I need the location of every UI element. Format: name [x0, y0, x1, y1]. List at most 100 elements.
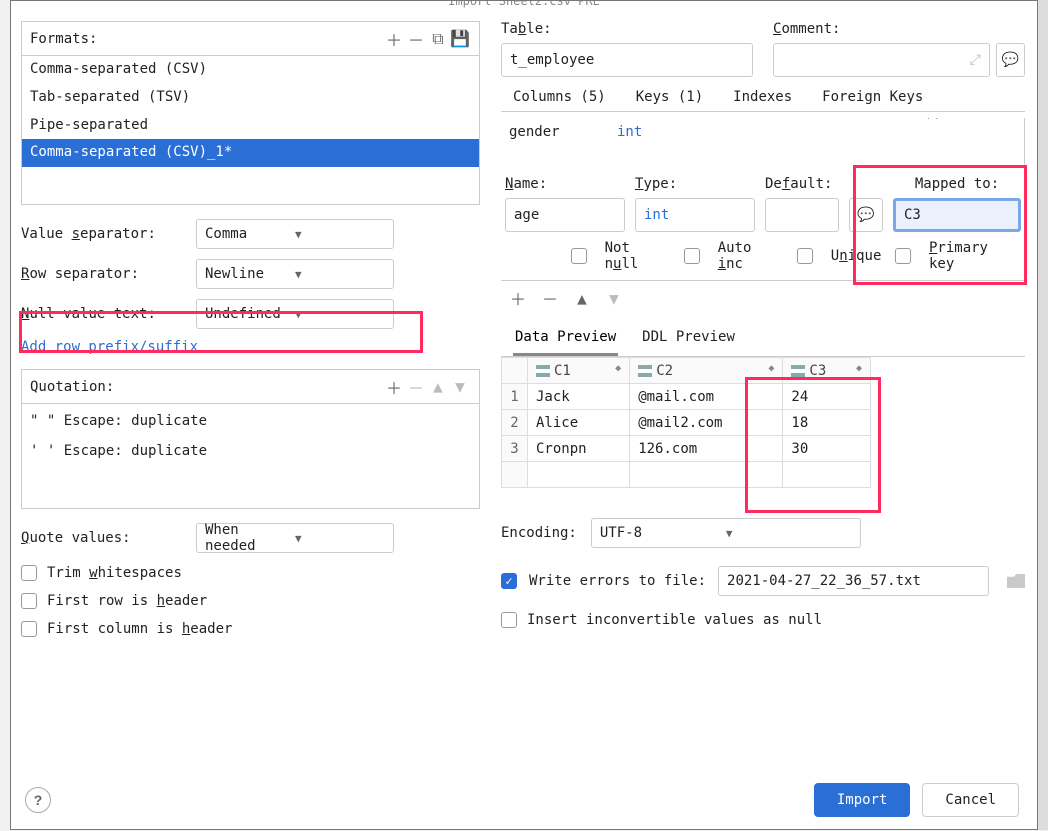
save-format-icon[interactable]: 💾: [449, 28, 471, 50]
speech-bubble-icon: 💬: [1002, 52, 1019, 68]
trim-whitespace-checkbox[interactable]: [21, 565, 37, 581]
dialog-footer: ? Import Cancel: [11, 775, 1037, 829]
cell[interactable]: @mail.com: [630, 384, 783, 410]
move-up-icon[interactable]: ▲: [571, 287, 593, 309]
formats-list[interactable]: Comma-separated (CSV) Tab-separated (TSV…: [21, 55, 480, 205]
pk-label: Primary key: [929, 240, 1019, 272]
tab-indexes[interactable]: Indexes: [733, 89, 792, 105]
encoding-combo[interactable]: UTF-8 ▼: [591, 518, 861, 548]
quotation-list[interactable]: " " Escape: duplicate ' ' Escape: duplic…: [21, 403, 480, 509]
cell[interactable]: [630, 462, 783, 488]
col-default-label: Default:: [765, 176, 839, 192]
remove-format-icon[interactable]: －: [405, 28, 427, 50]
chevron-down-icon: ▼: [726, 527, 852, 540]
col-name-input[interactable]: age: [505, 198, 625, 232]
cell[interactable]: 18: [783, 410, 871, 436]
value-separator-combo[interactable]: Comma ▼: [196, 219, 394, 249]
null-text-combo[interactable]: Undefined ▼: [196, 299, 394, 329]
quote-values-combo[interactable]: When needed ▼: [196, 523, 394, 553]
column-list[interactable]: email varchar(255) mapped to c2 gender i…: [501, 118, 1025, 172]
folder-icon[interactable]: [1007, 574, 1025, 588]
comment-label: Comment:: [773, 21, 1025, 37]
table-name-value: t_employee: [510, 52, 594, 68]
comment-input[interactable]: ⤢: [773, 43, 990, 77]
quotation-item[interactable]: " " Escape: duplicate: [22, 406, 479, 436]
tab-foreign-keys[interactable]: Foreign Keys: [822, 89, 923, 105]
copy-format-icon[interactable]: ⧉: [427, 28, 449, 50]
cell[interactable]: @mail2.com: [630, 410, 783, 436]
notnull-checkbox[interactable]: [571, 248, 587, 264]
write-errors-checkbox[interactable]: ✓: [501, 573, 517, 589]
unique-checkbox[interactable]: [797, 248, 813, 264]
remove-column-icon[interactable]: －: [539, 287, 561, 309]
table-row: 3 Cronpn 126.com 30: [502, 436, 871, 462]
move-down-icon[interactable]: ▼: [449, 376, 471, 398]
col-default-input[interactable]: [765, 198, 839, 232]
first-col-header-checkbox[interactable]: [21, 621, 37, 637]
write-errors-label: Write errors to file:: [529, 573, 706, 589]
col-type-value: int: [644, 207, 669, 223]
import-dialog: Import Sheet2.csv PRE Formats: ＋ － ⧉ 💾 C…: [10, 0, 1038, 830]
preview-tabs: Data Preview DDL Preview: [501, 323, 1025, 357]
data-preview-table: C1◆ C2◆ C3◆ 1 Jack @mail.com 24 2 Alice …: [501, 357, 871, 488]
col-header[interactable]: C2◆: [630, 358, 783, 384]
col-type-input[interactable]: int: [635, 198, 755, 232]
insert-null-checkbox[interactable]: [501, 612, 517, 628]
move-up-icon[interactable]: ▲: [427, 376, 449, 398]
column-icon: [536, 365, 550, 377]
move-down-icon[interactable]: ▼: [603, 287, 625, 309]
table-name-input[interactable]: t_employee: [501, 43, 753, 77]
help-button[interactable]: ?: [25, 787, 51, 813]
col-header[interactable]: C3◆: [783, 358, 871, 384]
format-item[interactable]: Pipe-separated: [22, 112, 479, 140]
null-text-value: Undefined: [205, 306, 295, 322]
cancel-button[interactable]: Cancel: [922, 783, 1019, 817]
error-file-input[interactable]: 2021-04-27_22_36_57.txt: [718, 566, 989, 596]
remove-quotation-icon[interactable]: －: [405, 376, 427, 398]
format-item[interactable]: Comma-separated (CSV)_1*: [22, 139, 479, 167]
format-item[interactable]: Tab-separated (TSV): [22, 84, 479, 112]
cell[interactable]: [528, 462, 630, 488]
cell[interactable]: Cronpn: [528, 436, 630, 462]
speech-bubble-icon: 💬: [857, 207, 874, 223]
pk-checkbox[interactable]: [895, 248, 911, 264]
quotation-header: Quotation: ＋ － ▲ ▼: [21, 369, 480, 403]
sort-icon: ◆: [768, 363, 774, 374]
col-mapped-input[interactable]: C3: [893, 198, 1021, 232]
col-type-label: Type:: [635, 176, 755, 192]
col-name-value: age: [514, 207, 539, 223]
unique-label: Unique: [831, 248, 882, 264]
row-number: 1: [502, 384, 528, 410]
tab-columns[interactable]: Columns (5): [513, 89, 606, 105]
cell[interactable]: 126.com: [630, 436, 783, 462]
col-header[interactable]: C1◆: [528, 358, 630, 384]
encoding-value: UTF-8: [600, 525, 726, 541]
first-row-header-checkbox[interactable]: [21, 593, 37, 609]
cell[interactable]: 30: [783, 436, 871, 462]
cell[interactable]: [783, 462, 871, 488]
row-separator-combo[interactable]: Newline ▼: [196, 259, 394, 289]
quote-values-value: When needed: [205, 522, 295, 554]
add-format-icon[interactable]: ＋: [383, 28, 405, 50]
import-button[interactable]: Import: [814, 783, 911, 817]
add-row-prefix-link[interactable]: Add row prefix/suffix: [21, 339, 198, 355]
autoinc-checkbox[interactable]: [684, 248, 700, 264]
sort-icon: ◆: [615, 363, 621, 374]
tab-keys[interactable]: Keys (1): [636, 89, 703, 105]
comment-button[interactable]: 💬: [996, 43, 1025, 77]
format-item[interactable]: Comma-separated (CSV): [22, 56, 479, 84]
add-quotation-icon[interactable]: ＋: [383, 376, 405, 398]
quotation-item[interactable]: ' ' Escape: duplicate: [22, 436, 479, 466]
table-row: [502, 462, 871, 488]
row-separator-value: Newline: [205, 266, 295, 282]
row-header-blank: [502, 358, 528, 384]
cell[interactable]: Alice: [528, 410, 630, 436]
add-column-icon[interactable]: ＋: [507, 287, 529, 309]
tab-data-preview[interactable]: Data Preview: [513, 323, 618, 356]
column-row[interactable]: gender int: [501, 122, 1020, 142]
col-properties-button[interactable]: 💬: [849, 198, 883, 232]
cell[interactable]: Jack: [528, 384, 630, 410]
cell[interactable]: 24: [783, 384, 871, 410]
insert-null-label: Insert inconvertible values as null: [527, 612, 822, 628]
tab-ddl-preview[interactable]: DDL Preview: [640, 323, 737, 356]
